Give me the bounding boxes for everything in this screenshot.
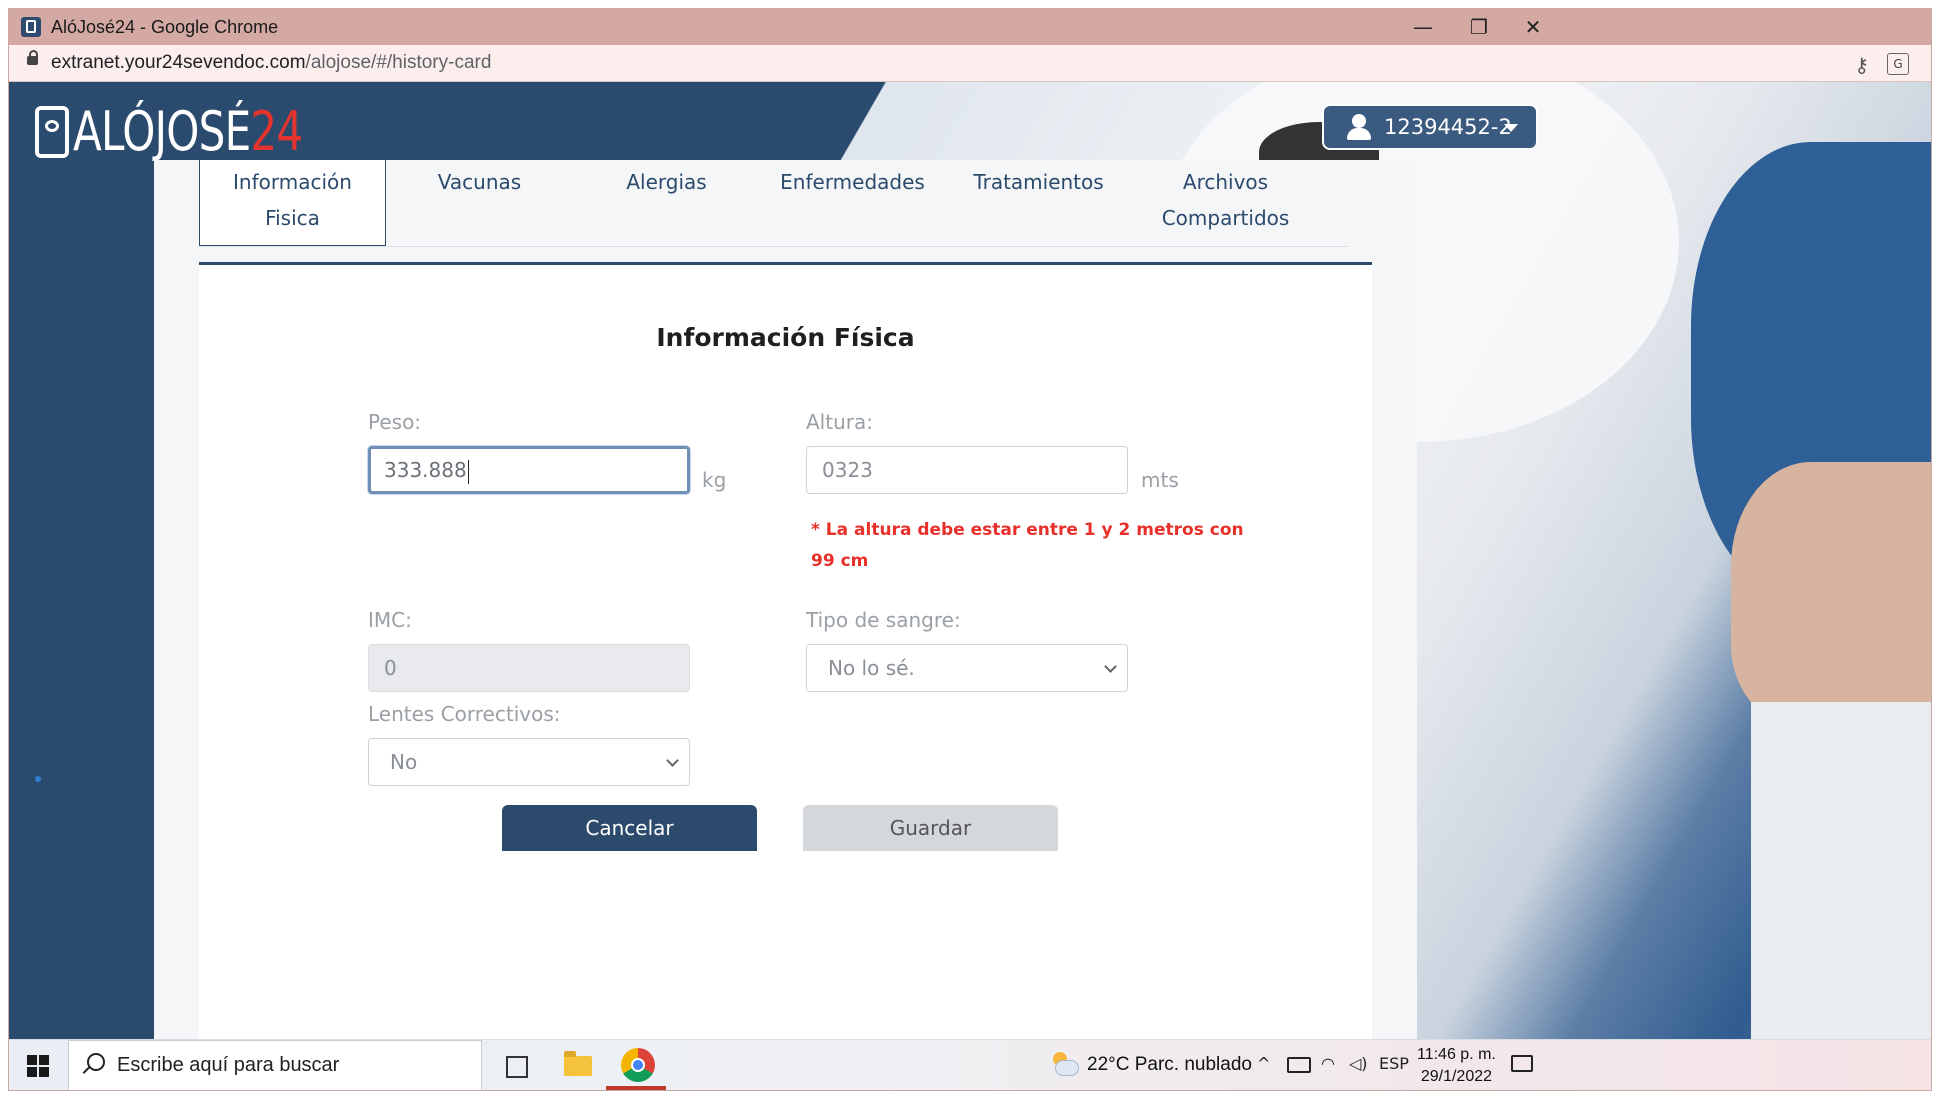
tab-label-line1: Vacunas: [437, 170, 522, 194]
imc-label: IMC:: [368, 608, 412, 632]
tab-label-line2: Fisica: [265, 206, 320, 230]
hero-lower-shape: [1751, 702, 1931, 1039]
browser-window: AlóJosé24 - Google Chrome — ❐ ✕ extranet…: [8, 8, 1932, 1091]
system-clock[interactable]: 11:46 p. m. 29/1/2022: [1417, 1044, 1496, 1088]
site-favicon-icon: [21, 17, 41, 37]
tab-divider: [199, 246, 1349, 247]
tab-archivos-compartidos[interactable]: Archivos Compartidos: [1132, 160, 1319, 246]
logo-stethoscope-icon: [35, 106, 69, 158]
tipo-sangre-select[interactable]: No lo sé.: [806, 644, 1128, 692]
windows-taskbar: Escribe aquí para buscar 22°C Parc. nubl…: [9, 1039, 1931, 1090]
start-tile: [27, 1067, 37, 1077]
tab-label-line1: Información: [233, 170, 352, 194]
cancel-button[interactable]: Cancelar: [502, 805, 757, 851]
site-logo[interactable]: ALÓJOSÉ24: [35, 100, 367, 164]
altura-error-line2: 99 cm: [811, 551, 869, 571]
text-caret: [467, 459, 469, 484]
file-explorer-icon[interactable]: [564, 1051, 592, 1076]
wifi-icon[interactable]: ◠: [1321, 1054, 1335, 1073]
save-button[interactable]: Guardar: [803, 805, 1058, 851]
tipo-sangre-label: Tipo de sangre:: [806, 608, 961, 632]
logo-text: ALÓJOSÉ: [73, 100, 251, 163]
lock-icon[interactable]: [27, 50, 38, 65]
imc-input: 0: [368, 644, 690, 692]
weather-partly-cloudy-icon[interactable]: [1049, 1052, 1079, 1076]
tab-label-line1: Alergias: [626, 170, 707, 194]
avatar-head: [1352, 114, 1366, 128]
altura-error-message: * La altura debe estar entre 1 y 2 metro…: [811, 515, 1244, 577]
form-panel: Información Física Peso: 333.888 kg Altu…: [199, 265, 1372, 1039]
key-icon[interactable]: ⚷: [1854, 53, 1869, 77]
user-avatar-icon: [1344, 112, 1374, 142]
peso-label: Peso:: [368, 410, 422, 434]
notification-icon[interactable]: [1511, 1055, 1533, 1072]
chrome-active-indicator: [606, 1086, 666, 1090]
tab-bar: Información Fisica Vacunas Alergias Enfe…: [199, 160, 1372, 265]
tab-label-line1: Archivos: [1182, 170, 1269, 194]
altura-error-line1: * La altura debe estar entre 1 y 2 metro…: [811, 520, 1244, 540]
tab-label-line1: Tratamientos: [973, 170, 1104, 194]
lentes-label: Lentes Correctivos:: [368, 702, 561, 726]
language-indicator[interactable]: ESP: [1379, 1054, 1409, 1073]
caret-down-icon: [1504, 124, 1518, 132]
url-path: /alojose/#/history-card: [305, 52, 492, 73]
clock-time: 11:46 p. m.: [1417, 1046, 1496, 1063]
hero-arm-shape: [1731, 462, 1931, 722]
url-text[interactable]: extranet.your24sevendoc.com/alojose/#/hi…: [51, 52, 491, 74]
peso-unit: kg: [702, 468, 727, 492]
content-area: Información Fisica Vacunas Alergias Enfe…: [154, 160, 1417, 1039]
start-tile: [27, 1055, 37, 1065]
altura-unit: mts: [1141, 468, 1179, 492]
battery-icon[interactable]: [1287, 1057, 1311, 1073]
weather-text[interactable]: 22°C Parc. nublado: [1087, 1054, 1252, 1076]
tab-enfermedades[interactable]: Enfermedades: [759, 160, 946, 246]
taskbar-search-box[interactable]: Escribe aquí para buscar: [68, 1040, 482, 1090]
weather-cloud: [1055, 1060, 1079, 1076]
volume-icon[interactable]: ◁): [1349, 1054, 1368, 1073]
peso-input[interactable]: 333.888: [368, 446, 690, 494]
logo-wordmark: ALÓJOSÉ24: [73, 100, 303, 164]
start-tile: [39, 1055, 49, 1065]
tab-informacion-fisica[interactable]: Información Fisica: [199, 160, 386, 246]
title-bar: AlóJosé24 - Google Chrome — ❐ ✕: [9, 9, 1931, 45]
windows-start-icon[interactable]: [27, 1055, 49, 1077]
search-icon: [87, 1053, 105, 1071]
close-button[interactable]: ✕: [1499, 9, 1567, 45]
tab-label-line1: Enfermedades: [780, 170, 925, 194]
clock-date: 29/1/2022: [1420, 1068, 1493, 1085]
peso-value: 333.888: [384, 458, 467, 482]
translate-icon[interactable]: G: [1887, 53, 1909, 75]
chrome-taskbar-icon[interactable]: [621, 1048, 655, 1082]
web-page: ALÓJOSÉ24 12394452-2 Información Fisica: [9, 82, 1931, 1039]
tab-alergias[interactable]: Alergias: [573, 160, 760, 246]
form-title: Información Física: [656, 323, 915, 352]
logo-number: 24: [250, 100, 303, 163]
start-tile: [39, 1067, 49, 1077]
taskbar-search-placeholder: Escribe aquí para buscar: [117, 1054, 340, 1076]
tab-vacunas[interactable]: Vacunas: [386, 160, 573, 246]
tray-chevron-icon[interactable]: ^: [1257, 1054, 1270, 1073]
tab-tratamientos[interactable]: Tratamientos: [945, 160, 1132, 246]
sidebar-dot: [35, 776, 41, 782]
altura-input[interactable]: 0323: [806, 446, 1128, 494]
url-host: extranet.your24sevendoc.com: [51, 52, 306, 73]
tab-label-line2: Compartidos: [1161, 206, 1290, 230]
user-menu-button[interactable]: 12394452-2: [1322, 104, 1538, 150]
window-title: AlóJosé24 - Google Chrome: [51, 17, 279, 37]
user-id: 12394452-2: [1384, 115, 1512, 139]
address-bar[interactable]: extranet.your24sevendoc.com/alojose/#/hi…: [9, 45, 1931, 82]
altura-label: Altura:: [806, 410, 873, 434]
screen: AlóJosé24 - Google Chrome — ❐ ✕ extranet…: [0, 0, 1937, 1097]
lentes-select[interactable]: No: [368, 738, 690, 786]
avatar-body: [1347, 128, 1371, 140]
task-view-icon[interactable]: [506, 1056, 528, 1078]
